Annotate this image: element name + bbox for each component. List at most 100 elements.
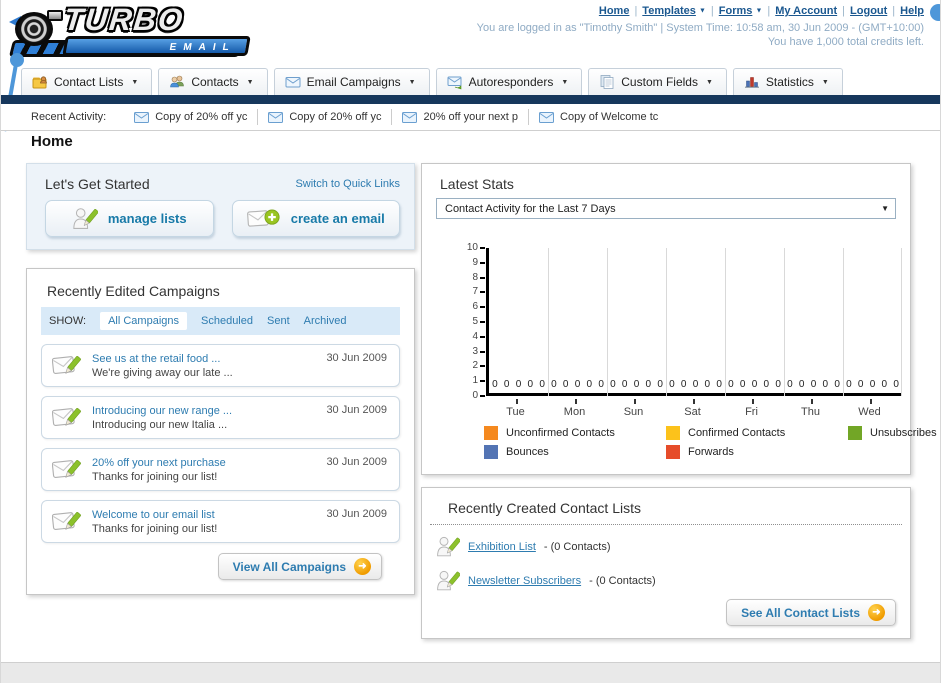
campaign-subtitle: We're giving away our late ... — [92, 366, 233, 379]
data-value-label: 0 — [503, 379, 510, 390]
x-tick-mark — [574, 399, 577, 404]
y-tick-mark — [480, 380, 485, 383]
campaign-item[interactable]: See us at the retail food ... We're givin… — [41, 344, 400, 387]
y-tick-label: 0 — [472, 390, 478, 401]
legend-label: Bounces — [506, 446, 549, 458]
contact-list-item: Exhibition List - (0 Contacts) — [436, 535, 910, 559]
data-value-label: 0 — [810, 379, 817, 390]
legend-item: Unsubscribes — [848, 426, 940, 440]
contact-list-detail: - (0 Contacts) — [589, 575, 656, 587]
switch-quick-links[interactable]: Switch to Quick Links — [295, 178, 400, 190]
gridline — [725, 248, 726, 396]
y-tick-label: 9 — [472, 256, 478, 268]
campaign-date: 30 Jun 2009 — [326, 352, 387, 364]
create-email-label: create an email — [290, 211, 385, 226]
legend-swatch-icon — [666, 445, 680, 459]
x-tick-label: Wed — [858, 406, 881, 418]
turbo-email-logo[interactable]: EMAIL TURBO — [8, 2, 259, 62]
person-pencil-icon — [73, 207, 98, 229]
legend-label: Confirmed Contacts — [688, 427, 786, 439]
chevron-down-icon: ▼ — [698, 7, 706, 15]
login-info-text: You are logged in as "Timothy Smith" | S… — [476, 22, 924, 34]
see-all-contact-lists-label: See All Contact Lists — [741, 605, 860, 620]
show-label: SHOW: — [49, 315, 87, 327]
nav-link-home[interactable]: Home — [599, 5, 630, 17]
recent-activity-item[interactable]: Copy of 20% off yc — [257, 109, 391, 125]
x-tick-mark — [751, 399, 754, 404]
data-value-label: 0 — [515, 379, 522, 390]
tab-custom-fields[interactable]: Custom Fields ▼ — [588, 68, 727, 96]
contact-lists-title: Recently Created Contact Lists — [430, 488, 902, 525]
arrow-right-icon: ➜ — [868, 604, 885, 621]
legend-swatch-icon — [848, 426, 862, 440]
tab-email-campaigns[interactable]: Email Campaigns ▼ — [273, 68, 430, 96]
envelope-icon — [268, 111, 284, 123]
campaign-item[interactable]: 20% off your next purchase Thanks for joi… — [41, 448, 400, 491]
person-pencil-icon — [437, 570, 460, 591]
data-value-label: 0 — [645, 379, 652, 390]
recent-activity-text: Copy of 20% off yc — [155, 111, 248, 123]
callout-dot-icon — [930, 4, 940, 21]
manage-lists-label: manage lists — [107, 211, 187, 226]
recent-activity-text: Copy of Welcome tc — [560, 111, 659, 123]
campaign-item[interactable]: Welcome to our email list Thanks for join… — [41, 500, 400, 543]
nav-link-templates[interactable]: Templates — [642, 5, 696, 17]
gridline — [548, 248, 549, 396]
stats-select-value: Contact Activity for the Last 7 Days — [445, 202, 616, 215]
data-value-label: 0 — [763, 379, 770, 390]
contact-lists-panel: Recently Created Contact Lists Exhibitio… — [421, 487, 911, 639]
nav-link-forms[interactable]: Forms — [719, 5, 753, 17]
logo-subtitle: EMAIL — [62, 36, 251, 56]
latest-stats-panel: Latest Stats Contact Activity for the La… — [421, 163, 937, 475]
x-tick-mark — [869, 399, 872, 404]
latest-stats-title: Latest Stats — [440, 176, 514, 192]
campaign-item[interactable]: Introducing our new range ... Introducing… — [41, 396, 400, 439]
nav-link-my-account[interactable]: My Account — [775, 5, 837, 17]
contact-list-link[interactable]: Exhibition List — [468, 541, 536, 553]
envelope-pencil-icon — [52, 355, 81, 374]
x-tick-mark — [692, 399, 695, 404]
filter-sent[interactable]: Sent — [267, 315, 290, 327]
nav-link-help[interactable]: Help — [900, 5, 924, 17]
envelope-icon — [402, 111, 418, 123]
tab-autoresponders[interactable]: Autoresponders ▼ — [435, 68, 583, 96]
data-value-label: 0 — [492, 379, 498, 390]
stats-period-select[interactable]: Contact Activity for the Last 7 Days ▼ — [436, 198, 896, 219]
tab-contact-lists[interactable]: Contact Lists ▼ — [21, 68, 153, 96]
view-all-campaigns-label: View All Campaigns — [232, 559, 346, 574]
recent-activity-item[interactable]: Copy of 20% off yc — [124, 109, 257, 125]
y-tick-label: 3 — [472, 345, 478, 357]
data-value-label: 0 — [551, 379, 557, 390]
create-email-button[interactable]: create an email — [231, 200, 400, 237]
nav-link-logout[interactable]: Logout — [850, 5, 887, 17]
campaign-date: 30 Jun 2009 — [326, 508, 387, 520]
x-tick-mark — [633, 399, 636, 404]
legend-swatch-icon — [666, 426, 680, 440]
recent-activity-item[interactable]: Copy of Welcome tc — [528, 109, 668, 125]
data-value-label: 0 — [739, 379, 746, 390]
view-all-campaigns-button[interactable]: View All Campaigns ➜ — [217, 553, 382, 580]
chevron-down-icon: ▼ — [755, 7, 763, 15]
recent-activity-bar: Recent Activity: Copy of 20% off yc Copy… — [1, 104, 940, 131]
y-tick-mark — [480, 350, 485, 353]
tab-contacts[interactable]: Contacts ▼ — [158, 68, 268, 96]
legend-label: Unconfirmed Contacts — [506, 427, 615, 439]
filter-archived[interactable]: Archived — [304, 315, 347, 327]
campaign-date: 30 Jun 2009 — [326, 404, 387, 416]
contact-list-link[interactable]: Newsletter Subscribers — [468, 575, 581, 587]
filter-all-campaigns[interactable]: All Campaigns — [100, 312, 187, 330]
tab-statistics[interactable]: Statistics ▼ — [732, 68, 843, 96]
recent-activity-item[interactable]: 20% off your next p — [391, 109, 528, 125]
chevron-down-icon: ▼ — [408, 78, 416, 86]
legend-swatch-icon — [484, 426, 498, 440]
see-all-contact-lists-button[interactable]: See All Contact Lists ➜ — [726, 599, 896, 626]
x-tick-mark — [515, 399, 518, 404]
email-campaigns-icon — [285, 77, 301, 88]
envelope-plus-icon — [246, 209, 280, 227]
filter-scheduled[interactable]: Scheduled — [201, 315, 253, 327]
manage-lists-button[interactable]: manage lists — [45, 200, 214, 237]
gridline — [607, 248, 608, 396]
chart-plot-area: 00000000000000000000000000000000000 — [486, 248, 902, 396]
x-tick-label: Fri — [745, 406, 758, 418]
tab-label: Statistics — [765, 75, 814, 89]
